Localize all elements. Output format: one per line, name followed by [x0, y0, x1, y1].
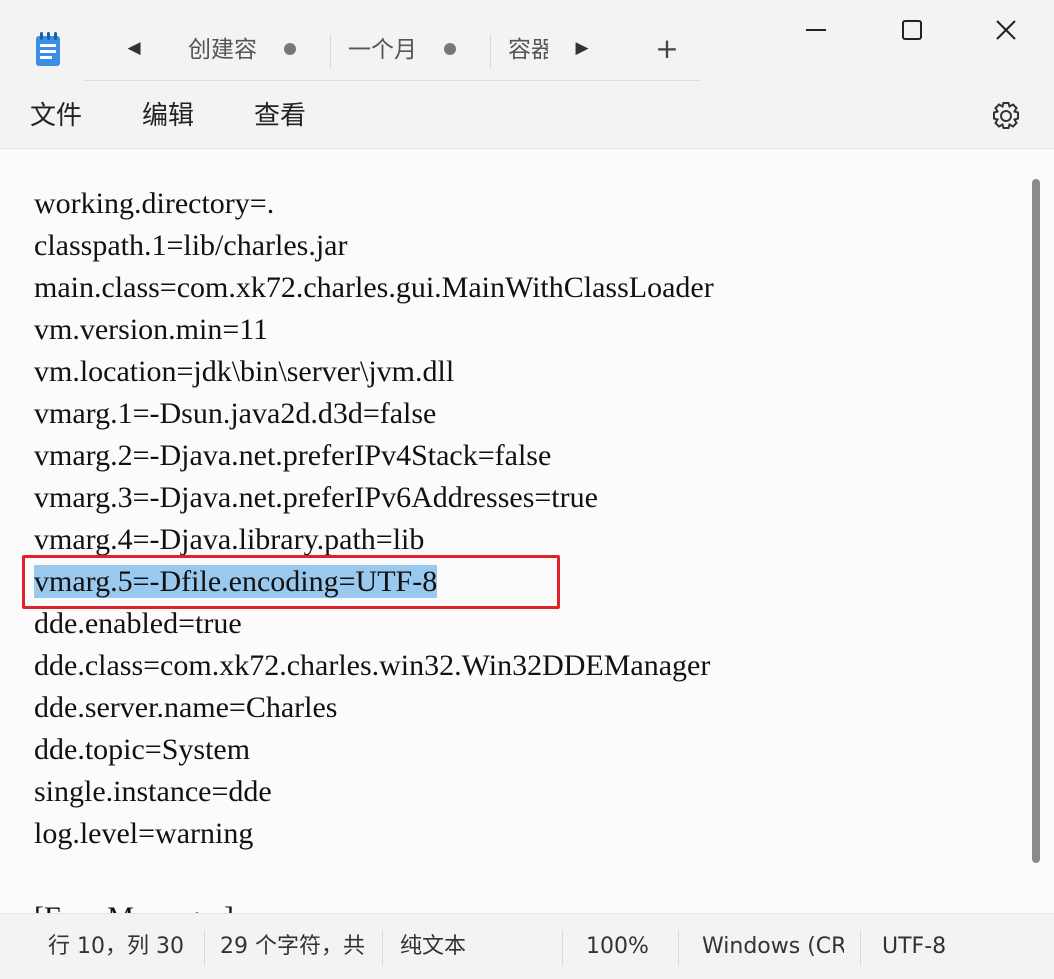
zoom-level[interactable]: 100%	[586, 932, 660, 962]
text-line	[34, 855, 1034, 897]
text-editor[interactable]: working.directory=. classpath.1=lib/char…	[0, 149, 1054, 913]
tab-divider	[490, 34, 491, 68]
tab-strip: ◀ 创建容 一个月 容器 ▶ +	[84, 18, 700, 81]
text-line: [ErrorMessages]	[34, 897, 1034, 913]
status-divider	[382, 930, 383, 966]
chevron-left-icon[interactable]: ◀	[124, 38, 144, 62]
text-format[interactable]: 纯文本	[400, 932, 550, 962]
tab-2[interactable]: 一个月	[348, 30, 426, 70]
text-line: dde.class=com.xk72.charles.win32.Win32DD…	[34, 649, 711, 682]
text-line: single.instance=dde	[34, 775, 272, 808]
unsaved-dot-icon	[444, 43, 456, 55]
character-count: 29 个字符，共	[220, 934, 365, 959]
maximize-button[interactable]	[882, 6, 942, 54]
plus-icon: +	[655, 32, 679, 65]
status-divider	[562, 930, 563, 966]
status-divider	[204, 930, 205, 966]
tab-1[interactable]: 创建容	[188, 30, 266, 70]
tab-label: 容器	[508, 37, 548, 63]
text-line: vmarg.1=-Dsun.java2d.d3d=false	[34, 397, 437, 430]
maximize-icon	[902, 20, 922, 40]
status-divider	[678, 930, 679, 966]
text-line: vm.version.min=11	[34, 313, 269, 346]
cursor-position: 行 10，列 30	[48, 934, 184, 959]
notepad-icon	[34, 30, 64, 68]
text-line: dde.server.name=Charles	[34, 691, 338, 724]
highlight-box	[22, 555, 560, 609]
text-line: classpath.1=lib/charles.jar	[34, 229, 348, 262]
text-line: dde.topic=System	[34, 733, 251, 766]
text-line: vm.location=jdk\bin\server\jvm.dll	[34, 355, 455, 388]
menu-bar: 文件 编辑 查看	[0, 82, 1054, 149]
unsaved-dot-icon	[284, 43, 296, 55]
gear-icon	[993, 102, 1019, 129]
close-button[interactable]	[976, 6, 1036, 54]
menu-edit[interactable]: 编辑	[140, 96, 196, 136]
status-bar: 行 10，列 30 29 个字符，共 纯文本 100% Windows (CR …	[0, 913, 1054, 979]
tab-label: 一个月	[348, 37, 417, 63]
chevron-right-icon[interactable]: ▶	[572, 38, 592, 62]
title-bar: ◀ 创建容 一个月 容器 ▶ +	[0, 0, 1054, 82]
text-line: log.level=warning	[34, 817, 254, 850]
close-icon	[996, 20, 1016, 40]
new-tab-button[interactable]: +	[652, 32, 682, 66]
status-divider	[860, 930, 861, 966]
minimize-icon	[806, 29, 826, 31]
text-line: main.class=com.xk72.charles.gui.MainWith…	[34, 271, 714, 304]
tab-3[interactable]: 容器	[508, 30, 548, 70]
settings-button[interactable]	[986, 96, 1026, 136]
minimize-button[interactable]	[786, 6, 846, 54]
editor-lines: working.directory=. classpath.1=lib/char…	[34, 183, 1034, 913]
encoding[interactable]: UTF-8	[882, 932, 962, 962]
vertical-scrollbar[interactable]	[1032, 179, 1040, 863]
menu-file[interactable]: 文件	[28, 96, 84, 136]
menu-view[interactable]: 查看	[252, 96, 308, 136]
line-ending[interactable]: Windows (CR	[702, 932, 844, 962]
text-line: working.directory=.	[34, 187, 275, 220]
text-line: vmarg.2=-Djava.net.preferIPv4Stack=false	[34, 439, 552, 472]
text-line: vmarg.3=-Djava.net.preferIPv6Addresses=t…	[34, 481, 598, 514]
tab-label: 创建容	[188, 37, 257, 63]
tab-divider	[330, 34, 331, 68]
text-line: dde.enabled=true	[34, 607, 242, 640]
